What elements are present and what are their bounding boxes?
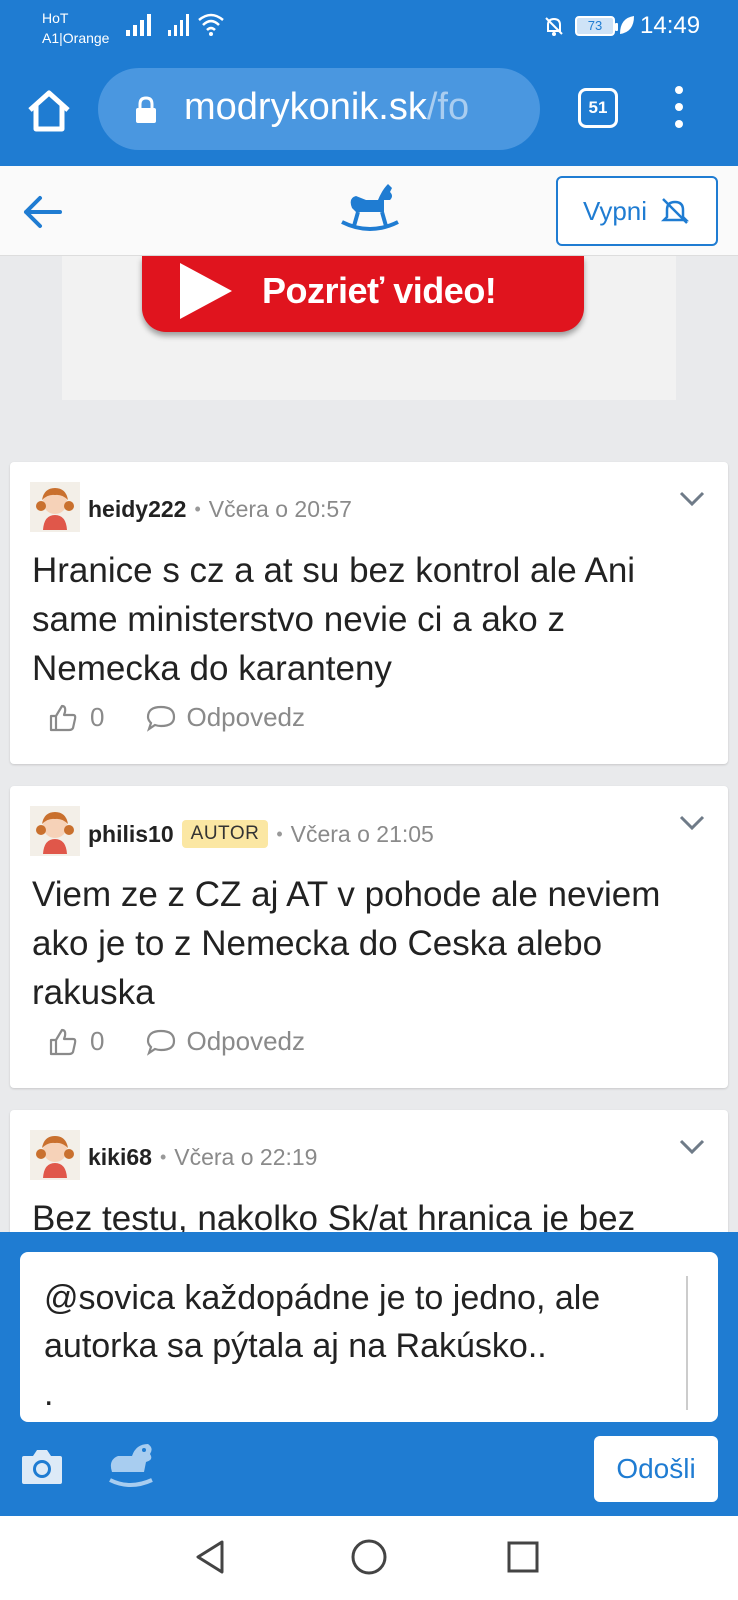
comment-text: Viem ze z CZ aj AT v pohode ale neviem a… bbox=[32, 875, 661, 1012]
play-icon bbox=[180, 263, 232, 319]
signal-icon-2 bbox=[168, 14, 189, 36]
clock: 14:49 bbox=[640, 12, 701, 39]
comment-time: Včera o 21:05 bbox=[290, 820, 434, 847]
chevron-down-icon[interactable] bbox=[678, 490, 706, 508]
comment-text: Hranice s cz a at su bez kontrol ale Ani… bbox=[32, 551, 636, 688]
system-navigation-bar bbox=[0, 1516, 738, 1600]
status-bar: HoT A1|Orange 73 14:49 bbox=[0, 0, 738, 62]
carrier-info: HoT A1|Orange bbox=[42, 8, 109, 48]
username[interactable]: philis10 bbox=[88, 821, 174, 848]
notifications-off-icon bbox=[545, 17, 563, 36]
mute-notifications-button[interactable]: Vypni bbox=[556, 176, 718, 246]
mute-button-label: Vypni bbox=[582, 195, 648, 226]
tabs-button[interactable]: 51 bbox=[578, 88, 618, 128]
send-button[interactable]: Odošli bbox=[594, 1436, 718, 1502]
home-icon[interactable] bbox=[22, 84, 76, 138]
speech-bubble-icon[interactable] bbox=[146, 704, 176, 732]
separator-dot: • bbox=[159, 1147, 167, 1167]
like-count: 0 bbox=[90, 702, 105, 732]
comment-time: Včera o 22:19 bbox=[174, 1144, 318, 1170]
comment: heidy222 • Včera o 20:57 Hranice s cz a … bbox=[10, 462, 728, 764]
separator-dot: • bbox=[276, 823, 283, 844]
like-count: 0 bbox=[90, 1026, 105, 1056]
chevron-down-icon[interactable] bbox=[678, 814, 706, 832]
url-path: /fo bbox=[426, 86, 470, 128]
username[interactable]: kiki68 bbox=[88, 1144, 152, 1171]
comment-actions: 0 Odpovedz bbox=[48, 1026, 305, 1057]
back-arrow-icon[interactable] bbox=[18, 188, 66, 236]
rocking-horse-logo-icon[interactable] bbox=[338, 178, 402, 238]
signal-icon bbox=[126, 14, 151, 36]
video-ad: Pozrieť video! bbox=[62, 256, 676, 400]
nav-back-icon[interactable] bbox=[192, 1538, 228, 1576]
reply-composer: @sovica každopádne je to jedno, ale auto… bbox=[0, 1232, 738, 1516]
comment-actions: 0 Odpovedz bbox=[48, 702, 305, 733]
nav-home-icon[interactable] bbox=[350, 1538, 388, 1576]
author-badge: AUTOR bbox=[181, 820, 269, 848]
browser-toolbar: modrykonik.sk/fo 51 bbox=[0, 62, 738, 166]
avatar[interactable] bbox=[30, 482, 80, 532]
emoji-horse-icon[interactable] bbox=[104, 1440, 156, 1488]
comment-meta: philis10 AUTOR • Včera o 21:05 bbox=[88, 820, 434, 848]
camera-icon[interactable] bbox=[20, 1446, 64, 1486]
url-text: modrykonik.sk/fo bbox=[184, 86, 469, 129]
bell-off-icon bbox=[661, 198, 690, 224]
comment-time: Včera o 20:57 bbox=[208, 496, 352, 522]
wifi-icon bbox=[198, 13, 224, 36]
comment-meta: heidy222 • Včera o 20:57 bbox=[88, 496, 352, 523]
chevron-down-icon[interactable] bbox=[678, 1138, 706, 1156]
username[interactable]: heidy222 bbox=[88, 496, 186, 523]
avatar[interactable] bbox=[30, 806, 80, 856]
app-header: Vypni bbox=[0, 166, 738, 256]
battery-indicator: 73 bbox=[575, 16, 618, 36]
power-saver-icon bbox=[620, 16, 634, 34]
avatar[interactable] bbox=[30, 1130, 80, 1180]
comment-meta: kiki68 • Včera o 22:19 bbox=[88, 1144, 317, 1171]
reply-button[interactable]: Odpovedz bbox=[186, 702, 305, 733]
comment: philis10 AUTOR • Včera o 21:05 Viem ze z… bbox=[10, 786, 728, 1088]
address-bar[interactable]: modrykonik.sk/fo bbox=[98, 68, 540, 150]
separator-dot: • bbox=[194, 499, 201, 519]
speech-bubble-icon[interactable] bbox=[146, 1028, 176, 1056]
reply-button[interactable]: Odpovedz bbox=[186, 1026, 305, 1057]
watch-video-button[interactable]: Pozrieť video! bbox=[142, 256, 584, 332]
nav-recent-apps-icon[interactable] bbox=[506, 1540, 540, 1574]
lock-icon bbox=[136, 96, 156, 123]
thumbs-up-icon[interactable] bbox=[48, 703, 78, 733]
url-domain: modrykonik.sk bbox=[184, 86, 427, 128]
reply-input[interactable]: @sovica každopádne je to jedno, ale auto… bbox=[20, 1252, 718, 1422]
thumbs-up-icon[interactable] bbox=[48, 1027, 78, 1057]
carrier-line1: HoT bbox=[42, 10, 69, 26]
more-menu-icon[interactable] bbox=[668, 86, 690, 134]
ad-button-label: Pozrieť video! bbox=[262, 270, 497, 311]
carrier-line2: A1|Orange bbox=[42, 30, 110, 46]
comment: kiki68 • Včera o 22:19 Bez testu, nakolk… bbox=[10, 1110, 728, 1250]
